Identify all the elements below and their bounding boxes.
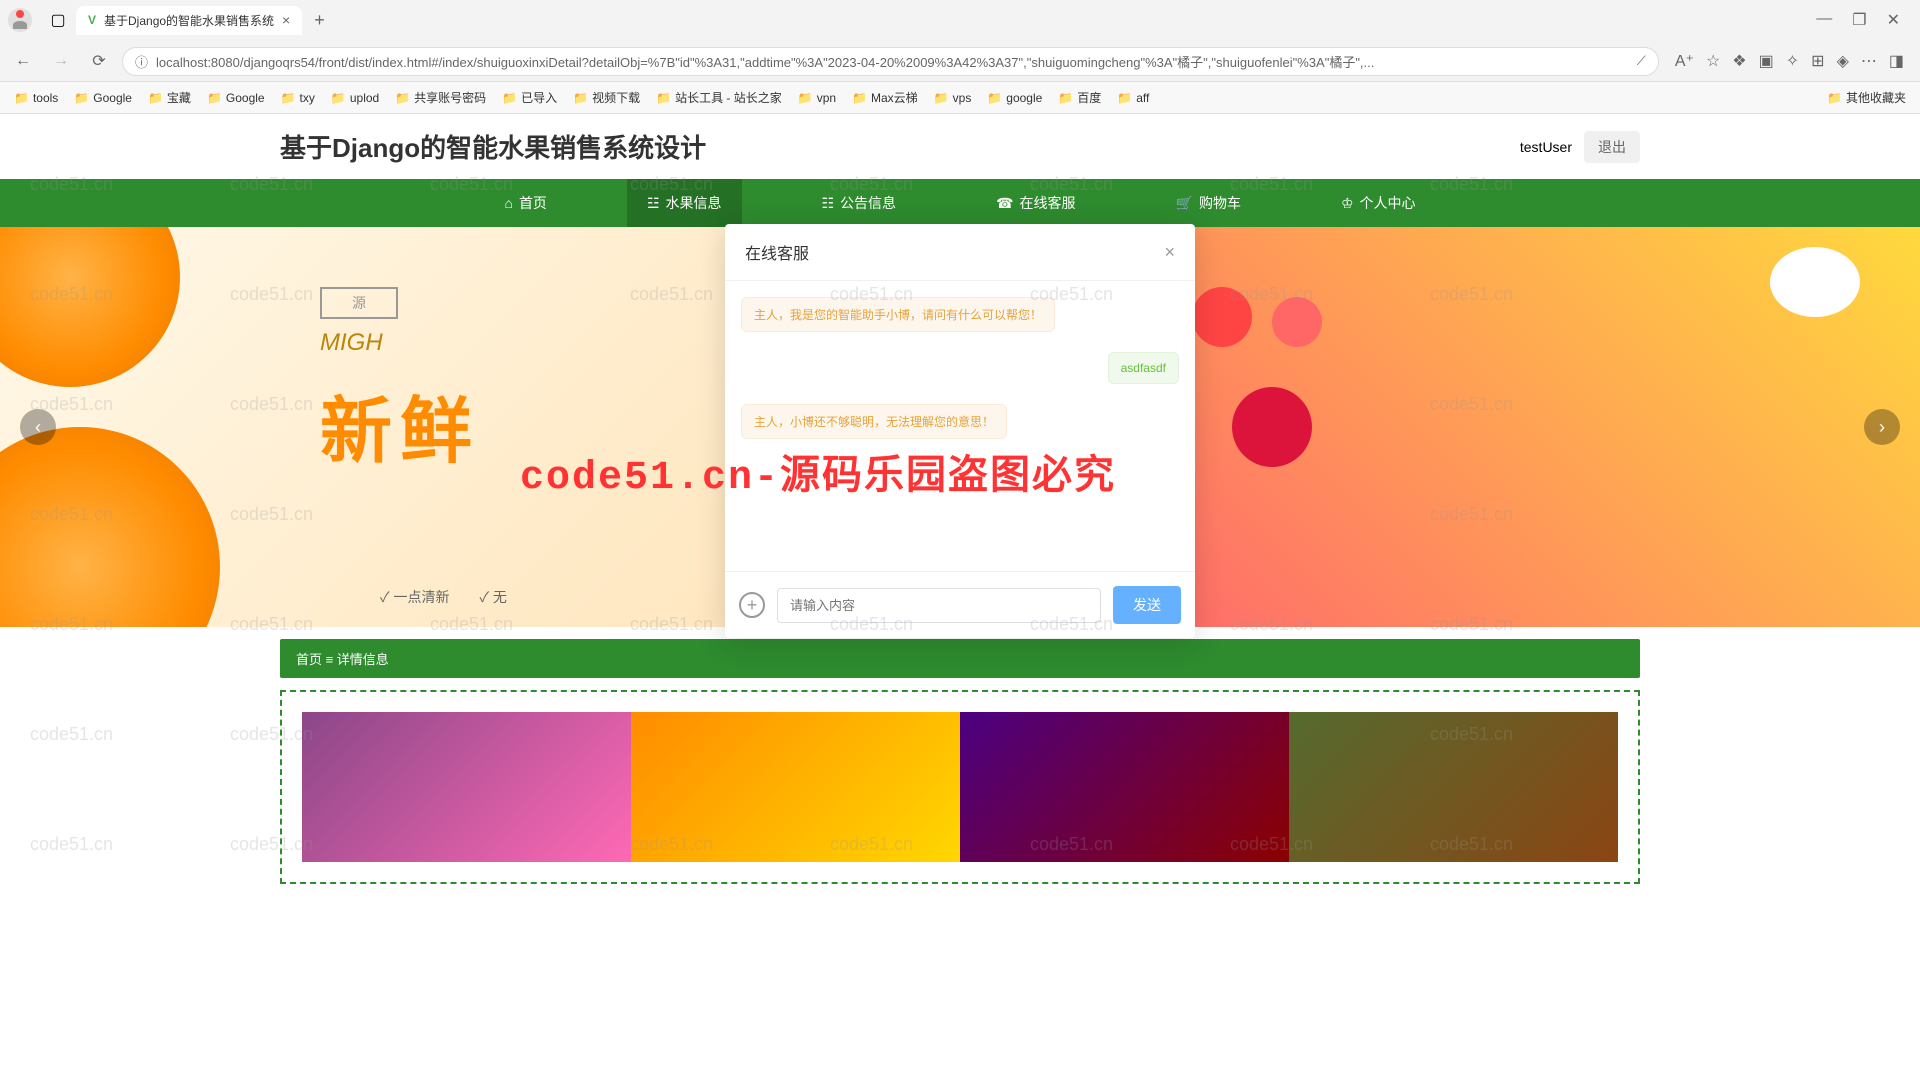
folder-icon: 📁 xyxy=(1058,91,1073,105)
bookmark-item[interactable]: 📁uplod xyxy=(325,85,385,110)
folder-icon: 📁 xyxy=(1117,91,1132,105)
favorite-icon[interactable]: ☆ xyxy=(1706,51,1720,71)
sidebar-icon[interactable]: ◨ xyxy=(1889,51,1904,71)
bookmark-item[interactable]: 📁Max云梯 xyxy=(846,85,924,110)
chat-message-bot: 主人，我是您的智能助手小博，请问有什么可以帮您！ xyxy=(741,297,1179,332)
read-aloud-icon[interactable]: A⁺ xyxy=(1675,51,1694,71)
bookmark-item[interactable]: 📁vpn xyxy=(792,85,842,110)
extensions-icon[interactable]: ▣ xyxy=(1759,51,1774,71)
chat-modal: 在线客服 × 主人，我是您的智能助手小博，请问有什么可以帮您！ asdfasdf… xyxy=(725,224,1195,638)
folder-icon: 📁 xyxy=(656,91,671,105)
folder-icon: 📁 xyxy=(573,91,588,105)
send-button[interactable]: 发送 xyxy=(1113,586,1181,624)
vpn-icon[interactable]: ◈ xyxy=(1837,51,1849,71)
folder-icon: 📁 xyxy=(14,91,29,105)
bookmark-item[interactable]: 📁vps xyxy=(928,85,978,110)
modal-close-button[interactable]: × xyxy=(1164,242,1175,263)
folder-icon: 📁 xyxy=(1827,91,1842,105)
bookmark-item[interactable]: 📁百度 xyxy=(1052,85,1107,110)
folder-icon: 📁 xyxy=(852,91,867,105)
refresh-button[interactable]: ⟳ xyxy=(84,46,114,76)
chat-message-bot: 主人，小博还不够聪明，无法理解您的意思！ xyxy=(741,404,1179,439)
bookmark-item[interactable]: 📁共享账号密码 xyxy=(389,85,492,110)
folder-icon: 📁 xyxy=(74,91,89,105)
sync-icon[interactable]: ❖ xyxy=(1732,51,1746,71)
folder-icon: 📁 xyxy=(148,91,163,105)
forward-button: → xyxy=(46,46,76,76)
app-icon[interactable]: ⊞ xyxy=(1811,51,1824,71)
tab-favicon-icon: V xyxy=(88,13,96,27)
add-attachment-button[interactable]: + xyxy=(739,592,765,618)
url-box[interactable]: ⓘ localhost:8080/djangoqrs54/front/dist/… xyxy=(122,47,1659,76)
modal-footer: + 发送 xyxy=(725,571,1195,638)
modal-header: 在线客服 × xyxy=(725,224,1195,281)
profile-icon[interactable] xyxy=(8,8,32,32)
bookmark-item[interactable]: 📁tools xyxy=(8,85,64,110)
info-icon[interactable]: ⓘ xyxy=(135,52,148,71)
bookmark-item[interactable]: 📁txy xyxy=(275,85,321,110)
address-bar: ← → ⟳ ⓘ localhost:8080/djangoqrs54/front… xyxy=(0,40,1920,82)
close-window-icon[interactable]: ✕ xyxy=(1887,10,1900,30)
translate-icon[interactable]: ⟋ xyxy=(1637,53,1646,69)
bookmark-item[interactable]: 📁站长工具 - 站长之家 xyxy=(650,85,788,110)
folder-icon: 📁 xyxy=(502,91,517,105)
url-text: localhost:8080/djangoqrs54/front/dist/in… xyxy=(156,52,1629,71)
window-controls: — ❐ ✕ xyxy=(1816,10,1912,30)
folder-icon: 📁 xyxy=(798,91,813,105)
bookmark-item[interactable]: 📁宝藏 xyxy=(142,85,197,110)
collections-icon[interactable]: ✧ xyxy=(1786,51,1799,71)
other-bookmarks[interactable]: 📁 其他收藏夹 xyxy=(1821,85,1912,110)
chat-area[interactable]: 主人，我是您的智能助手小博，请问有什么可以帮您！ asdfasdf 主人，小博还… xyxy=(725,281,1195,571)
browser-chrome: ▢ V 基于Django的智能水果销售系统 × + — ❐ ✕ ← → ⟳ ⓘ … xyxy=(0,0,1920,82)
chat-message-user: asdfasdf xyxy=(741,352,1179,384)
folder-icon: 📁 xyxy=(934,91,949,105)
bookmark-item[interactable]: 📁已导入 xyxy=(496,85,563,110)
folder-icon: 📁 xyxy=(987,91,1002,105)
folder-icon: 📁 xyxy=(207,91,222,105)
bookmark-item[interactable]: 📁google xyxy=(981,85,1048,110)
chat-input[interactable] xyxy=(777,588,1101,623)
tab-bar: ▢ V 基于Django的智能水果销售系统 × + — ❐ ✕ xyxy=(0,0,1920,40)
bookmark-item[interactable]: 📁视频下载 xyxy=(567,85,646,110)
modal-overlay: 在线客服 × 主人，我是您的智能助手小博，请问有什么可以帮您！ asdfasdf… xyxy=(0,114,1920,1076)
minimize-icon[interactable]: — xyxy=(1816,10,1832,30)
back-button[interactable]: ← xyxy=(8,46,38,76)
new-tab-button[interactable]: + xyxy=(306,10,333,31)
bookmark-item[interactable]: 📁aff xyxy=(1111,85,1155,110)
modal-title: 在线客服 xyxy=(745,240,809,264)
browser-tab[interactable]: V 基于Django的智能水果销售系统 × xyxy=(76,6,302,35)
page-content: 基于Django的智能水果销售系统设计 testUser 退出 ⌂首页 ☳水果信… xyxy=(0,114,1920,1076)
address-icons: A⁺ ☆ ❖ ▣ ✧ ⊞ ◈ ⋯ ◨ xyxy=(1667,51,1912,71)
tab-close-icon[interactable]: × xyxy=(282,12,290,28)
folder-icon: 📁 xyxy=(331,91,346,105)
tab-manager-icon[interactable]: ▢ xyxy=(44,6,72,34)
more-icon[interactable]: ⋯ xyxy=(1861,51,1877,71)
tab-title: 基于Django的智能水果销售系统 xyxy=(104,12,274,29)
maximize-icon[interactable]: ❐ xyxy=(1852,10,1866,30)
folder-icon: 📁 xyxy=(281,91,296,105)
bookmarks-bar: 📁tools📁Google📁宝藏📁Google📁txy📁uplod📁共享账号密码… xyxy=(0,82,1920,114)
folder-icon: 📁 xyxy=(395,91,410,105)
bookmark-item[interactable]: 📁Google xyxy=(201,85,271,110)
bookmark-item[interactable]: 📁Google xyxy=(68,85,138,110)
